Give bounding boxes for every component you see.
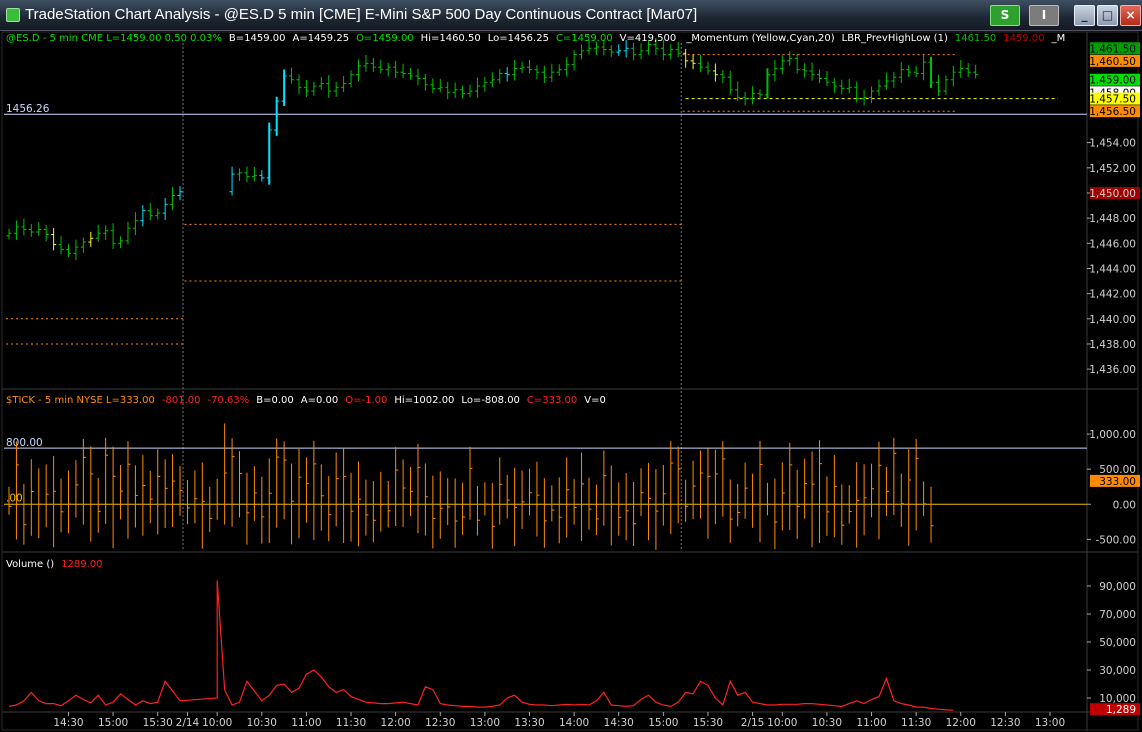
- chart-area[interactable]: 1456.26 1,454.00 1,452.00 1,450.00 1,448.00 1…: [0, 31, 1142, 732]
- chart-frame: [1, 31, 1139, 731]
- tick-header-item: V=0: [584, 395, 606, 406]
- tick-header-item: -801.00: [161, 395, 201, 406]
- tick-header-item: $TICK - 5 min NYSE L=333.00: [6, 395, 155, 406]
- price-header-item: Hi=1460.50: [420, 33, 481, 44]
- tick-axis-label: 500.00: [1099, 464, 1136, 476]
- x-axis-label: 14:00: [559, 717, 589, 729]
- price-label: 1,456.50: [1089, 106, 1136, 118]
- x-axis-label: 11:30: [336, 717, 366, 729]
- x-axis-label: 15:00: [648, 717, 678, 729]
- x-axis-label: 2/14: [176, 717, 200, 729]
- tick-axis-label: 1,000.00: [1089, 429, 1136, 441]
- price-axis-label: 1,452.00: [1089, 163, 1136, 175]
- price-axis-label: 1,444.00: [1089, 263, 1136, 275]
- close-button[interactable]: ×: [1120, 5, 1141, 26]
- tick-axis-label: 0.00: [1113, 499, 1136, 511]
- tick-header-item: A=0.00: [300, 395, 339, 406]
- x-axis-label: 12:00: [381, 717, 411, 729]
- x-axis-label: 14:30: [604, 717, 634, 729]
- price-axis-label: 1,438.00: [1089, 339, 1136, 351]
- tradestation-app-icon: [6, 8, 20, 22]
- x-axis-label: 11:30: [901, 717, 931, 729]
- x-axis-label: 10:00: [202, 717, 232, 729]
- volume-header-item: Volume (): [6, 559, 55, 570]
- x-axis-label: 13:00: [470, 717, 500, 729]
- price-label: 1,460.50: [1089, 56, 1136, 68]
- x-axis-label: 10:30: [247, 717, 277, 729]
- x-axis-label: 10:30: [812, 717, 842, 729]
- x-axis-label: 11:00: [291, 717, 321, 729]
- status-s-button[interactable]: S: [990, 5, 1020, 26]
- tick-header-item: B=0.00: [256, 395, 294, 406]
- price-header-item: _M: [1051, 33, 1066, 44]
- window-title: TradeStation Chart Analysis - @ES.D 5 mi…: [25, 6, 698, 23]
- price-label: 1,459.00: [1089, 75, 1136, 87]
- price-header-item: B=1459.00: [228, 33, 286, 44]
- insert-i-button[interactable]: I: [1029, 5, 1059, 26]
- tick-header-item: Lo=-808.00: [461, 395, 520, 406]
- price-axis-label: 1,446.00: [1089, 238, 1136, 250]
- x-axis-label: 11:00: [856, 717, 886, 729]
- volume-pane-header: Volume () 1289.00: [6, 559, 110, 570]
- volume-axis-label: 70,000: [1099, 609, 1136, 621]
- price-axis-label: 1,442.00: [1089, 289, 1136, 301]
- volume-axis-label: 50,000: [1099, 637, 1136, 649]
- volume-last-label: 1,289: [1106, 704, 1136, 716]
- price-label: 1,457.50: [1089, 94, 1136, 106]
- price-header-item: 1461.50: [954, 33, 997, 44]
- x-axis-label: 12:30: [990, 717, 1020, 729]
- x-axis-label: 15:30: [143, 717, 173, 729]
- window-titlebar: TradeStation Chart Analysis - @ES.D 5 mi…: [0, 0, 1142, 31]
- tick-last-label: 333.00: [1099, 476, 1136, 488]
- price-header-item: @ES.D - 5 min CME L=1459.00 0.50 0.03%: [6, 33, 222, 44]
- volume-axis-label: 30,000: [1099, 665, 1136, 677]
- price-header-item: V=419,500: [619, 33, 677, 44]
- tick-header-item: O=-1.00: [345, 395, 388, 406]
- maximize-button[interactable]: □: [1097, 5, 1118, 26]
- price-axis-label: 1,448.00: [1089, 213, 1136, 225]
- tick-header-item: C=333.00: [526, 395, 578, 406]
- volume-axis-label: 90,000: [1099, 581, 1136, 593]
- x-axis-label: 10:00: [767, 717, 797, 729]
- price-header-item: 1459.00: [1003, 33, 1045, 44]
- x-axis-label: 15:00: [98, 717, 128, 729]
- price-pane-header: @ES.D - 5 min CME L=1459.00 0.50 0.03% B=…: [6, 33, 1072, 44]
- tick-pane-header: $TICK - 5 min NYSE L=333.00 -801.00 -70.63…: [6, 395, 613, 406]
- price-axis-label: 1,436.00: [1089, 364, 1136, 376]
- tick-axis-label: -500.00: [1095, 534, 1136, 546]
- volume-header-item: 1289.00: [61, 559, 103, 570]
- minimize-button[interactable]: _: [1074, 5, 1095, 26]
- price-header-item: C=1459.00: [555, 33, 613, 44]
- x-axis-label: 12:30: [425, 717, 455, 729]
- x-axis-label: 13:00: [1035, 717, 1065, 729]
- price-header-item: O=1459.00: [356, 33, 414, 44]
- price-header-item: _Momentum (Yellow,Cyan,20): [683, 33, 835, 44]
- price-header-item: A=1459.25: [292, 33, 350, 44]
- tick-header-item: -70.63%: [207, 395, 250, 406]
- x-axis-label: 14:30: [53, 717, 83, 729]
- price-label: 1,461.50: [1089, 43, 1136, 55]
- tick-level-label: 800.00: [6, 437, 43, 449]
- x-axis-label: 15:30: [693, 717, 723, 729]
- x-axis-label: 13:30: [514, 717, 544, 729]
- volume-line: [8, 580, 954, 711]
- x-axis-label: 12:00: [946, 717, 976, 729]
- price-axis-label: 1,440.00: [1089, 314, 1136, 326]
- tick-header-item: Hi=1002.00: [394, 395, 455, 406]
- price-header-item: LBR_PrevHighLow (1): [841, 33, 948, 44]
- price-label: 1,450.00: [1089, 188, 1136, 200]
- horizontal-level-label: 1456.26: [6, 103, 50, 115]
- price-header-item: Lo=1456.25: [487, 33, 549, 44]
- price-axis-label: 1,454.00: [1089, 138, 1136, 150]
- x-axis-label: 2/15: [741, 717, 765, 729]
